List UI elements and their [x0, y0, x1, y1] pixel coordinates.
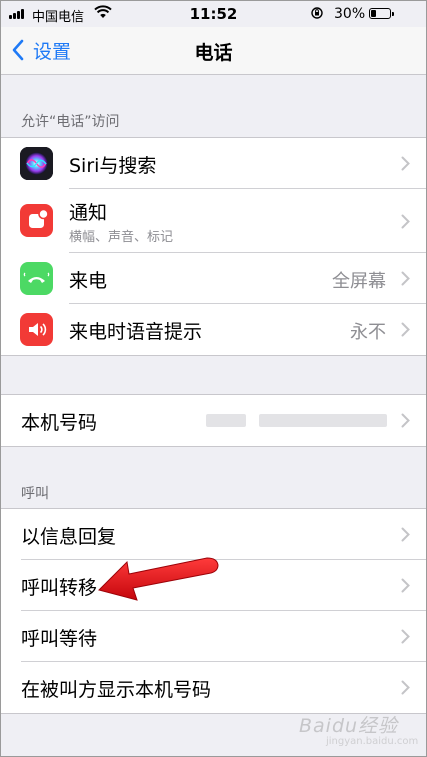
annotation-arrow-icon — [98, 557, 219, 601]
allow-access-group: Siri与搜索 通知 横幅、声音、标记 来电 全屏幕 来电时语音提示 永不 — [1, 137, 426, 356]
row-value: 全屏幕 — [332, 271, 386, 292]
row-label: 以信息回复 — [21, 526, 117, 548]
chevron-right-icon — [401, 322, 410, 337]
chevron-right-icon — [401, 271, 410, 286]
redacted-phone-number — [206, 414, 246, 427]
rotation-lock-icon — [311, 7, 323, 19]
battery-icon — [369, 8, 394, 19]
row-incoming-calls[interactable]: 来电 全屏幕 — [1, 253, 426, 304]
notifications-icon — [20, 204, 53, 237]
my-number-group: 本机号码 — [1, 394, 426, 447]
navigation-bar: 设置 电话 — [1, 27, 426, 75]
chevron-right-icon — [401, 413, 410, 428]
row-respond-with-text[interactable]: 以信息回复 — [1, 509, 426, 560]
chevron-right-icon — [401, 680, 410, 695]
row-announce-calls[interactable]: 来电时语音提示 永不 — [1, 304, 426, 355]
row-show-caller-id[interactable]: 在被叫方显示本机号码 — [1, 662, 426, 713]
battery-percentage: 30% — [334, 6, 366, 22]
phone-settings-screen: 中国电信 11:52 30% 设置 电话 允许“电话”访问 Siri与搜索 通知… — [0, 0, 427, 757]
row-label: 呼叫等待 — [21, 628, 98, 650]
row-siri-search[interactable]: Siri与搜索 — [1, 138, 426, 189]
section-header-calls: 呼叫 — [21, 486, 49, 502]
chevron-right-icon — [401, 578, 410, 593]
status-bar: 中国电信 11:52 30% — [1, 1, 426, 27]
row-label: 来电时语音提示 — [69, 321, 203, 343]
row-label: 呼叫转移 — [21, 577, 98, 599]
redacted-phone-number — [259, 414, 387, 427]
speaker-icon — [20, 313, 53, 346]
siri-icon — [20, 147, 53, 180]
chevron-right-icon — [401, 156, 410, 171]
row-label: 通知 — [69, 202, 108, 224]
row-call-waiting[interactable]: 呼叫等待 — [1, 611, 426, 662]
row-label: Siri与搜索 — [69, 155, 157, 177]
section-header-allow-access: 允许“电话”访问 — [21, 114, 120, 130]
row-value: 永不 — [350, 322, 386, 343]
watermark-logo: Baidu经验 — [299, 715, 399, 737]
row-sublabel: 横幅、声音、标记 — [69, 230, 174, 245]
row-label: 在被叫方显示本机号码 — [21, 679, 212, 701]
row-my-number[interactable]: 本机号码 — [1, 395, 426, 446]
page-title: 电话 — [194, 42, 233, 64]
calls-group: 以信息回复 呼叫转移 呼叫等待 在被叫方显示本机号码 — [1, 508, 426, 714]
chevron-right-icon — [401, 629, 410, 644]
chevron-right-icon — [401, 527, 410, 542]
phone-icon — [20, 262, 53, 295]
row-label: 来电 — [69, 270, 108, 292]
row-notifications[interactable]: 通知 横幅、声音、标记 — [1, 189, 426, 253]
watermark-url: jingyan.baidu.com — [326, 736, 419, 747]
chevron-right-icon — [401, 214, 410, 229]
row-label: 本机号码 — [21, 412, 98, 434]
